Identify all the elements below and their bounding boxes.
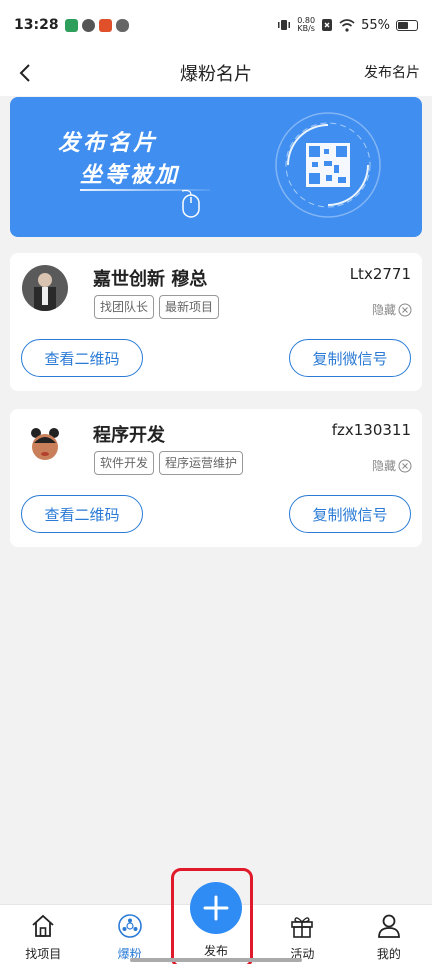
network-speed-unit: KB/s [297, 24, 315, 33]
home-icon [32, 914, 54, 937]
tag-list: 软件开发 程序运营维护 [94, 451, 244, 475]
tab-label: 我的 [376, 947, 401, 961]
status-time: 13:28 [14, 17, 59, 33]
banner-subheadline: 坐等被加 [80, 163, 181, 188]
tab-activity[interactable]: 活动 [259, 905, 345, 964]
tag: 程序运营维护 [159, 451, 244, 475]
status-right: 0.80 KB/s 55% [277, 17, 418, 33]
tag-list: 找团队长 最新项目 [94, 295, 220, 319]
hide-label: 隐藏 [371, 459, 396, 473]
wechat-id: fzx130311 [331, 421, 411, 439]
avatar[interactable] [22, 421, 68, 467]
tag: 软件开发 [94, 451, 155, 475]
nav-bar: 爆粉名片 发布名片 [0, 50, 432, 96]
tag: 找团队长 [94, 295, 155, 319]
hide-button[interactable]: 隐藏 [372, 457, 412, 474]
publish-banner[interactable]: 发布名片 坐等被加 [10, 97, 422, 237]
tab-label: 找项目 [25, 947, 62, 961]
tab-find-project[interactable]: 找项目 [0, 905, 86, 964]
card-name: 程序开发 [93, 425, 165, 446]
card-name: 嘉世创新 穆总 [93, 269, 208, 290]
mouse-icon [181, 189, 200, 218]
link-notification-icon [81, 18, 95, 32]
publish-button[interactable] [190, 882, 242, 934]
business-card: 嘉世创新 穆总 Ltx2771 找团队长 最新项目 隐藏 查看二维码 复制微信号 [10, 253, 422, 391]
battery-percent: 55% [361, 17, 390, 33]
qr-code-icon [275, 112, 381, 218]
tag: 最新项目 [159, 295, 220, 319]
tab-mine[interactable]: 我的 [346, 905, 432, 964]
close-circle-icon [398, 459, 412, 472]
business-card: 程序开发 fzx130311 软件开发 程序运营维护 隐藏 查看二维码 复制微信… [10, 409, 422, 547]
user-icon [377, 914, 400, 938]
status-notification-icons [64, 18, 129, 32]
network-speed: 0.80 KB/s [297, 17, 315, 33]
hide-label: 隐藏 [371, 303, 396, 317]
avatar[interactable] [22, 265, 68, 311]
banner-headline: 发布名片 [58, 131, 159, 156]
battery-icon [396, 19, 418, 31]
hide-button[interactable]: 隐藏 [372, 301, 412, 318]
status-bar: 13:28 0.80 KB/s 55% [0, 0, 432, 50]
app-notification-icon [64, 18, 78, 32]
close-circle-icon [398, 303, 412, 316]
tab-fans[interactable]: 爆粉 [86, 905, 172, 964]
cloud-notification-icon [115, 18, 129, 32]
copy-wechat-button[interactable]: 复制微信号 [289, 495, 411, 533]
copy-wechat-button[interactable]: 复制微信号 [289, 339, 411, 377]
publish-card-link[interactable]: 发布名片 [364, 62, 420, 82]
plus-icon [203, 895, 229, 921]
chevron-left-icon[interactable] [14, 61, 38, 85]
publish-label: 发布 [203, 944, 228, 958]
wechat-id: Ltx2771 [349, 265, 411, 283]
vibrate-icon [278, 20, 291, 30]
view-qr-button[interactable]: 查看二维码 [21, 495, 143, 533]
fans-icon [117, 914, 142, 938]
home-indicator [130, 958, 302, 962]
shop-notification-icon [98, 18, 112, 32]
gift-icon [291, 917, 314, 938]
sim-icon [322, 19, 333, 31]
wifi-icon [339, 18, 355, 32]
view-qr-button[interactable]: 查看二维码 [21, 339, 143, 377]
